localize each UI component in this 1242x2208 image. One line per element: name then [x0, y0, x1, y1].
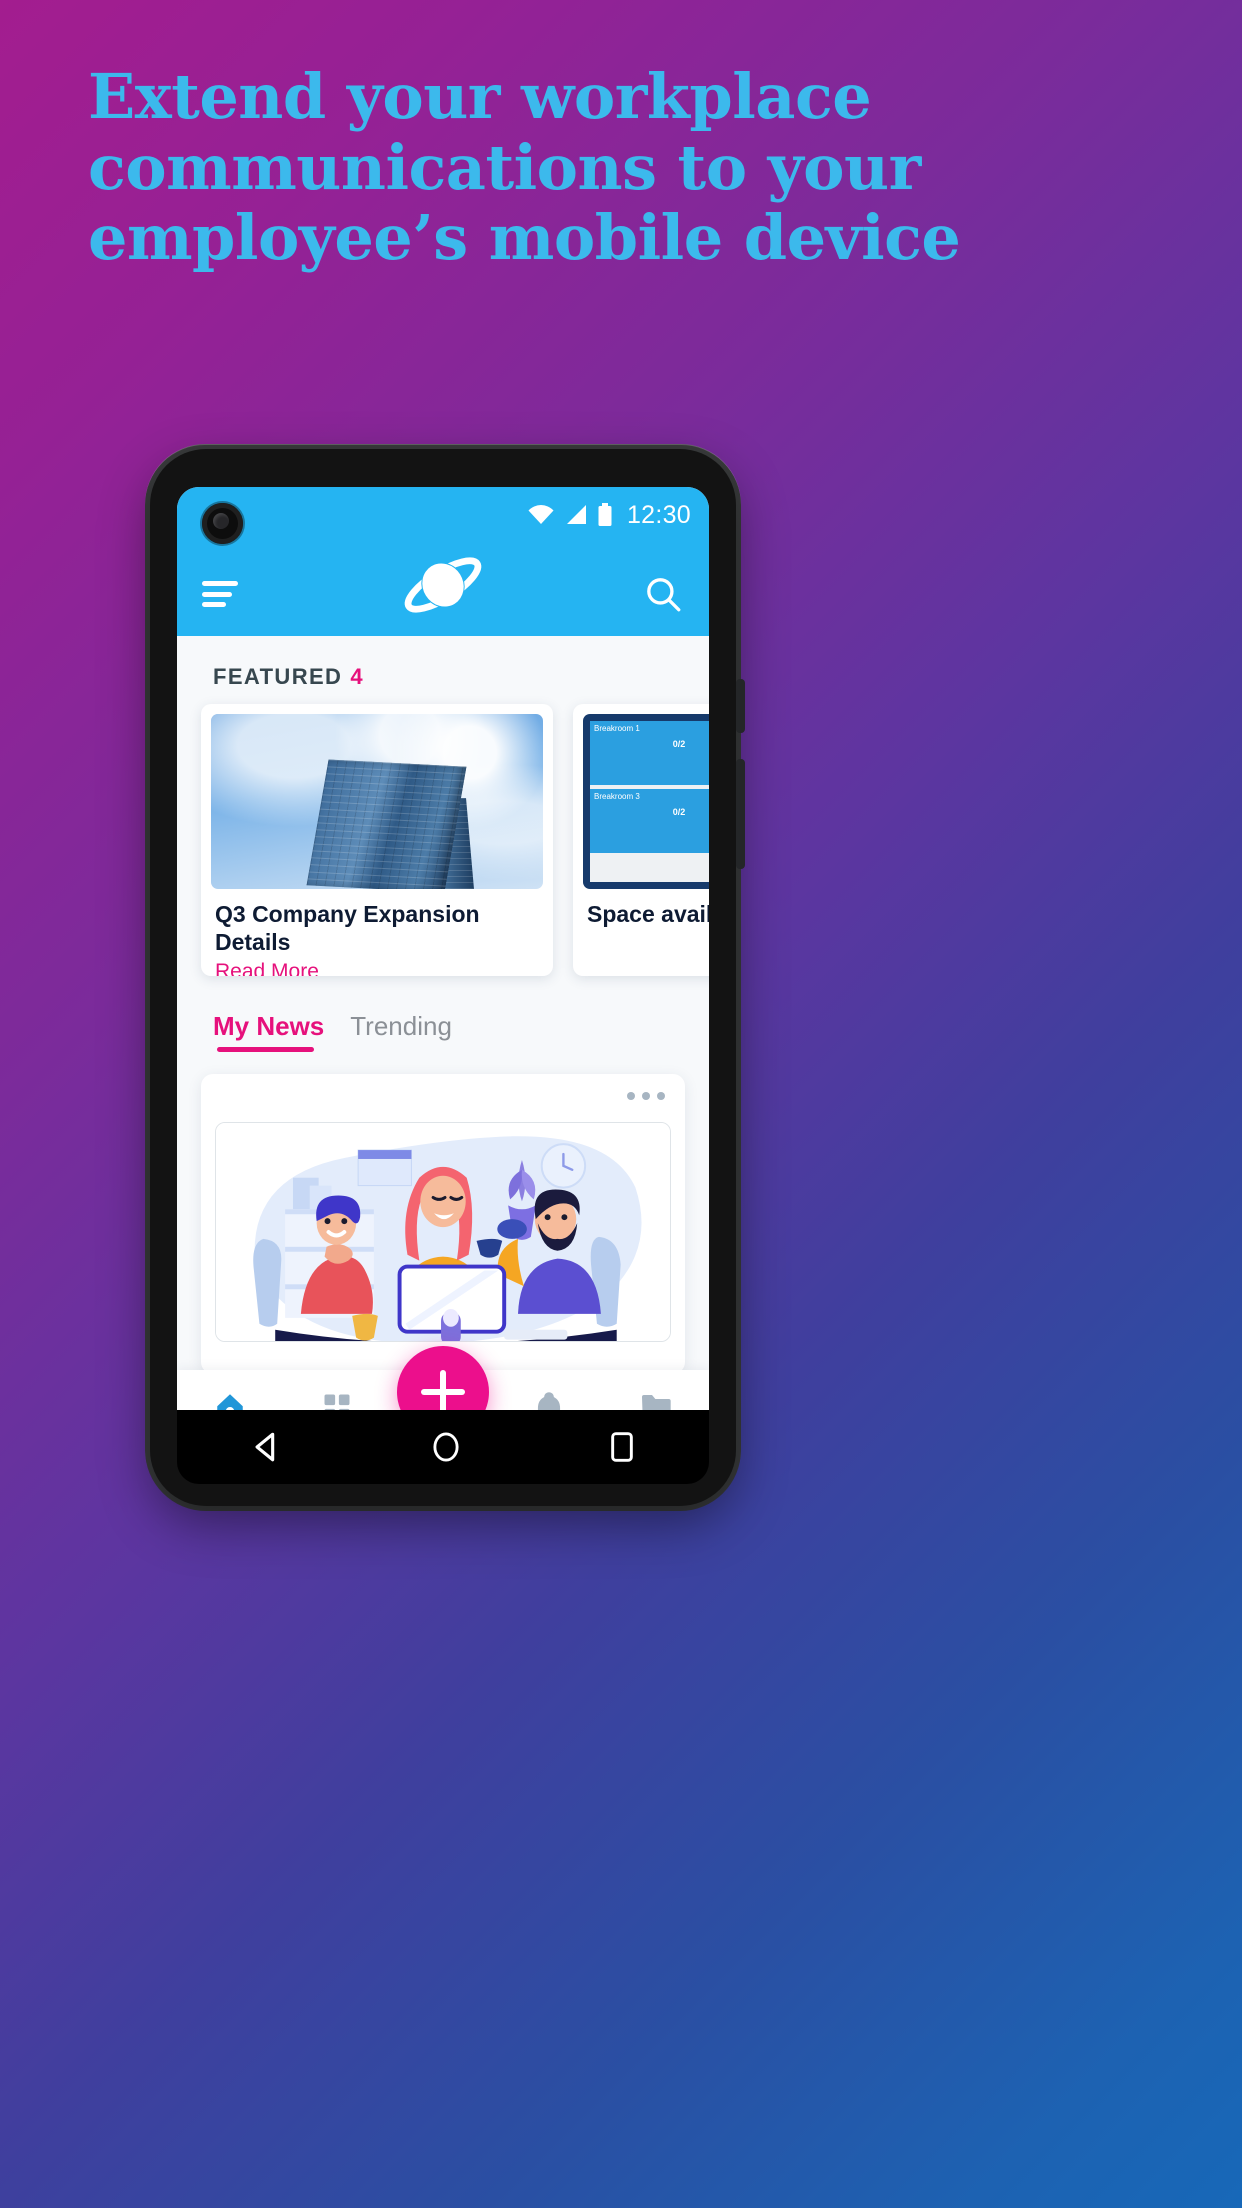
featured-label-text: FEATURED [213, 664, 343, 689]
phone-volume-button[interactable] [736, 679, 745, 733]
planet-saturn-logo [395, 537, 491, 638]
news-feed-card[interactable] [201, 1074, 685, 1374]
plus-icon [421, 1370, 465, 1414]
hamburger-menu-icon[interactable] [202, 581, 238, 607]
app-header: 12:30 [177, 487, 709, 636]
home-circle-icon[interactable] [431, 1430, 461, 1464]
tab-my-news[interactable]: My News [213, 1011, 324, 1052]
news-tabs: My News Trending [177, 987, 709, 1052]
floorplan-room-3-capacity: 0/2 [672, 806, 686, 817]
headline-line-1: Extend your workplace [88, 60, 872, 133]
featured-card-1-image [211, 714, 543, 889]
featured-card-2-title: Space availability [587, 901, 709, 927]
app-header-row [177, 557, 709, 629]
back-triangle-icon[interactable] [250, 1430, 284, 1464]
office-team-meeting-illustration [215, 1122, 671, 1342]
battery-icon [598, 503, 612, 526]
featured-card-2-image: Breakroom 1 0/2 Breakroom 2 0/2 Breakroo… [583, 714, 709, 889]
phone-mockup: 12:30 FEATURED 4 Q3 Company Expansion De… [150, 449, 745, 1506]
status-bar: 12:30 [527, 501, 691, 529]
camera-punch-hole [202, 503, 243, 544]
search-icon[interactable] [642, 573, 684, 615]
featured-section-label: FEATURED 4 [177, 636, 709, 704]
phone-power-button[interactable] [736, 759, 745, 869]
featured-card-1-readmore-link[interactable]: Read More [215, 960, 539, 976]
floorplan-room-1-capacity: 0/2 [672, 739, 686, 750]
featured-card-1-title: Q3 Company Expansion Details [215, 901, 480, 955]
floorplan-room-1-name: Breakroom 1 [594, 724, 640, 733]
more-options-icon[interactable] [627, 1092, 665, 1100]
status-bar-time: 12:30 [626, 500, 691, 529]
headline-line-2: communications to your [88, 130, 921, 204]
signal-icon [566, 505, 586, 524]
floorplan-room-3: Breakroom 3 0/2 [590, 788, 709, 853]
tab-trending[interactable]: Trending [350, 1011, 452, 1052]
featured-card-1[interactable]: Q3 Company Expansion Details Read More [201, 704, 553, 976]
page-headline: Extend your workplace communications to … [88, 60, 1148, 275]
featured-card-2[interactable]: Breakroom 1 0/2 Breakroom 2 0/2 Breakroo… [573, 704, 709, 976]
wifi-icon [528, 505, 554, 524]
floorplan-room-3-name: Breakroom 3 [594, 791, 640, 801]
android-navigation-bar [177, 1410, 709, 1484]
phone-screen: 12:30 FEATURED 4 Q3 Company Expansion De… [177, 487, 709, 1470]
headline-line-3: employee’s mobile device [88, 201, 961, 275]
featured-count-badge: 4 [350, 664, 363, 689]
featured-carousel[interactable]: Q3 Company Expansion Details Read More B… [177, 704, 709, 987]
floorplan-room-1: Breakroom 1 0/2 [590, 721, 709, 786]
recents-square-icon[interactable] [608, 1431, 636, 1463]
